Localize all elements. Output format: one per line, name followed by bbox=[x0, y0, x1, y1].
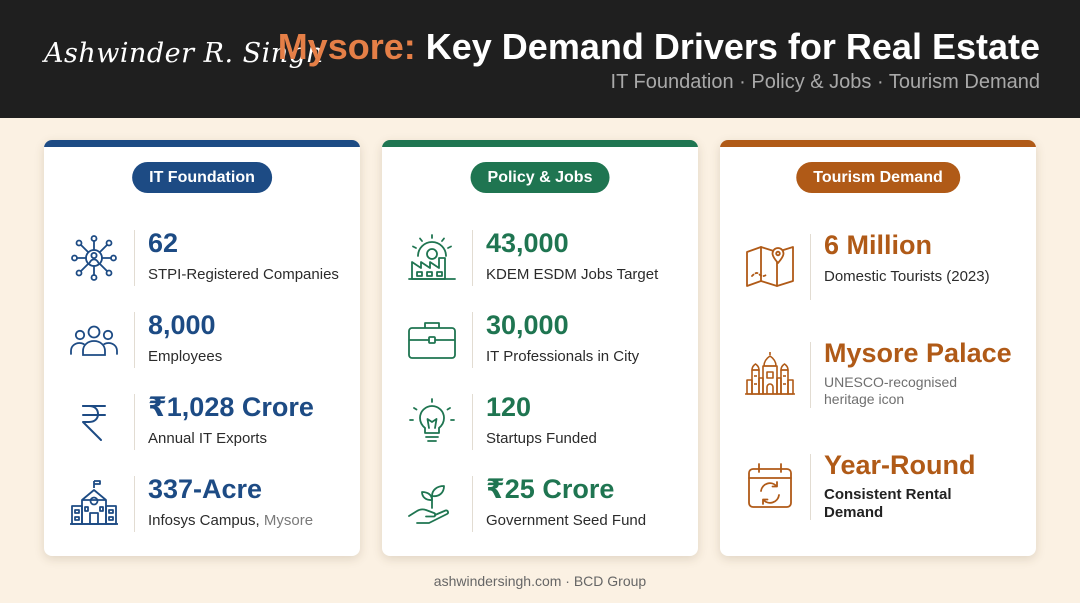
page-subtitle: IT Foundation · Policy & Jobs · Tourism … bbox=[610, 71, 1040, 93]
card-tourism-demand: Tourism Demand 6 Million Domestic Touris… bbox=[720, 140, 1036, 556]
stat-label-line: Consistent Rental bbox=[824, 486, 952, 503]
divider bbox=[134, 312, 135, 368]
stat-label: STPI-Registered Companies bbox=[148, 266, 339, 283]
stat-label: Infosys Campus, Mysore bbox=[148, 512, 313, 529]
card-top-bar bbox=[720, 140, 1036, 147]
divider bbox=[134, 476, 135, 532]
stat-label: UNESCO-recognised heritage icon bbox=[824, 374, 957, 408]
stat-value: ₹1,028 Crore bbox=[148, 392, 314, 422]
card-policy-jobs: Policy & Jobs 43,000 KDEM ESDM Jobs Targ… bbox=[382, 140, 698, 556]
stat-row: 120 Startups Funded bbox=[382, 392, 698, 452]
stat-value: Year-Round bbox=[824, 450, 976, 480]
rupee-icon bbox=[68, 396, 120, 448]
stat-value: 62 bbox=[148, 228, 179, 258]
card-title-pill: Tourism Demand bbox=[796, 162, 960, 193]
stat-label-line: UNESCO-recognised bbox=[824, 374, 958, 390]
divider bbox=[472, 476, 473, 532]
stat-label-line: Demand bbox=[824, 504, 884, 521]
card-title-pill: IT Foundation bbox=[132, 162, 272, 193]
stat-row: 8,000 Employees bbox=[44, 310, 360, 370]
stat-row: 6 Million Domestic Tourists (2023) bbox=[720, 230, 1036, 304]
stat-label-main: Infosys Campus, bbox=[148, 512, 260, 529]
stat-row: 62 STPI-Registered Companies bbox=[44, 228, 360, 288]
divider bbox=[134, 230, 135, 286]
network-people-icon bbox=[68, 232, 120, 284]
lightbulb-icon bbox=[406, 396, 458, 448]
briefcase-icon bbox=[406, 314, 458, 366]
divider bbox=[810, 454, 811, 520]
page-title: Mysore: Key Demand Drivers for Real Esta… bbox=[278, 26, 1040, 68]
card-title-pill: Policy & Jobs bbox=[470, 162, 610, 193]
stat-label-muted: Mysore bbox=[263, 512, 314, 529]
card-it-foundation: IT Foundation 62 STPI-Registered Compani… bbox=[44, 140, 360, 556]
stat-label: Government Seed Fund bbox=[486, 512, 647, 529]
stat-label: Employees bbox=[148, 348, 223, 365]
card-top-bar bbox=[44, 140, 360, 147]
card-top-bar bbox=[382, 140, 698, 147]
stat-row: 337-Acre Infosys Campus, Mysore bbox=[44, 474, 360, 534]
stat-row: Mysore Palace UNESCO-recognised heritage … bbox=[720, 338, 1036, 412]
stat-label: Consistent Rental Demand bbox=[824, 486, 952, 522]
stat-label: Startups Funded bbox=[486, 430, 597, 447]
divider bbox=[134, 394, 135, 450]
stat-value: 43,000 bbox=[486, 228, 569, 258]
divider bbox=[810, 234, 811, 300]
stat-value: Mysore Palace bbox=[824, 338, 1012, 368]
divider bbox=[810, 342, 811, 408]
divider bbox=[472, 394, 473, 450]
stat-row: 30,000 IT Professionals in City bbox=[382, 310, 698, 370]
stat-value: 8,000 bbox=[148, 310, 216, 340]
stat-label: KDEM ESDM Jobs Target bbox=[486, 266, 659, 283]
campus-building-icon bbox=[68, 478, 120, 530]
stat-row: Year-Round Consistent Rental Demand bbox=[720, 450, 1036, 524]
stat-row: ₹25 Crore Government Seed Fund bbox=[382, 474, 698, 534]
divider bbox=[472, 312, 473, 368]
header-bar: Ashwinder R. Singh Mysore: Key Demand Dr… bbox=[0, 0, 1080, 118]
footer-credit: ashwindersingh.com · BCD Group bbox=[433, 573, 647, 589]
stat-row: ₹1,028 Crore Annual IT Exports bbox=[44, 392, 360, 452]
stat-label: Annual IT Exports bbox=[148, 430, 267, 447]
palace-icon bbox=[744, 348, 796, 400]
stat-value: 30,000 bbox=[486, 310, 569, 340]
stat-row: 43,000 KDEM ESDM Jobs Target bbox=[382, 228, 698, 288]
title-accent: Mysore: bbox=[277, 26, 416, 67]
stat-label: IT Professionals in City bbox=[486, 348, 640, 365]
calendar-cycle-icon bbox=[744, 460, 796, 512]
stat-label-line: heritage icon bbox=[824, 391, 905, 407]
stat-value: 337-Acre bbox=[148, 474, 263, 504]
stat-value: ₹25 Crore bbox=[486, 474, 615, 504]
map-pin-icon bbox=[744, 240, 796, 292]
divider bbox=[472, 230, 473, 286]
stat-value: 6 Million bbox=[824, 230, 932, 260]
people-group-icon bbox=[68, 314, 120, 366]
stat-label: Domestic Tourists (2023) bbox=[824, 268, 990, 285]
plant-hand-icon bbox=[406, 478, 458, 530]
factory-gear-icon bbox=[406, 232, 458, 284]
stat-value: 120 bbox=[486, 392, 532, 422]
title-rest: Key Demand Drivers for Real Estate bbox=[425, 26, 1040, 67]
